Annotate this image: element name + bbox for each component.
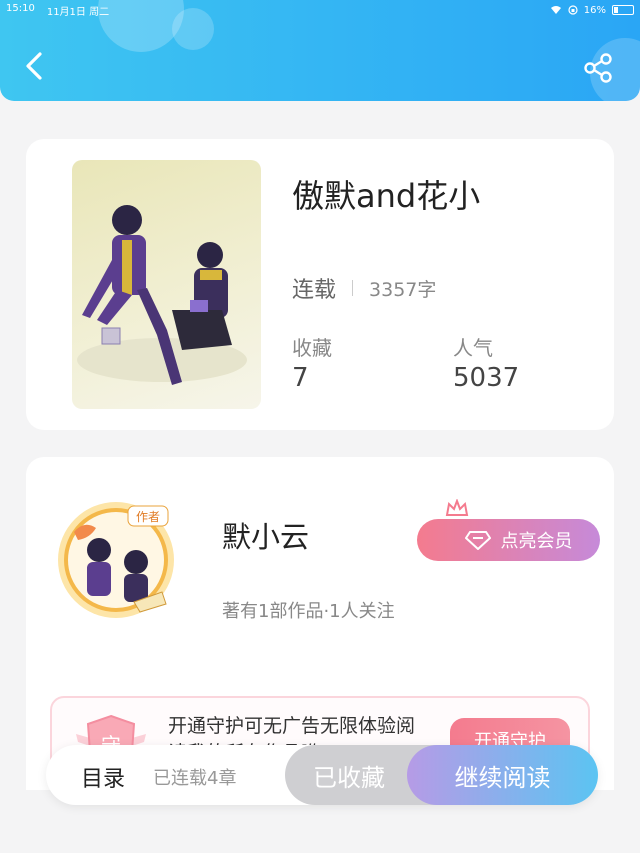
book-status-line: 连载 3357字 xyxy=(292,272,436,304)
avatar-illustration: 作者 xyxy=(58,502,174,618)
book-title: 傲默and花小 xyxy=(292,177,481,215)
lock-rotation-icon xyxy=(568,5,578,15)
divider xyxy=(352,280,354,296)
book-cover[interactable] xyxy=(72,160,261,409)
status-date: 11月1日 周二 xyxy=(46,6,110,18)
cover-illustration xyxy=(77,205,247,385)
author-badge-text: 作者 xyxy=(136,510,160,524)
share-icon[interactable] xyxy=(582,52,614,84)
favorites-value: 7 xyxy=(292,363,309,393)
continue-reading-button[interactable]: 继续阅读 xyxy=(407,745,598,805)
status-time: 15:10 xyxy=(6,2,35,14)
serial-status: 连载 xyxy=(292,278,337,303)
book-info-card: 傲默and花小 连载 3357字 收藏 7 人气 5037 xyxy=(26,139,614,430)
toc-button[interactable]: 目录 xyxy=(81,761,125,793)
author-avatar[interactable]: 作者 xyxy=(54,492,178,622)
popularity-value: 5037 xyxy=(453,363,520,393)
battery-percent: 16% xyxy=(583,4,606,16)
author-meta: 著有1部作品·1人关注 xyxy=(222,601,395,622)
chapter-count: 已连载4章 xyxy=(153,768,237,789)
word-count: 3357字 xyxy=(369,278,437,301)
crown-icon xyxy=(445,499,469,516)
popularity-label: 人气 xyxy=(453,336,493,360)
top-header: 15:10 11月1日 周二 16% xyxy=(0,0,640,101)
bottom-action-bar: 目录 已连载4章 已收藏 继续阅读 xyxy=(46,745,598,805)
favorites-label: 收藏 xyxy=(292,336,332,360)
status-bar: 15:10 11月1日 周二 16% xyxy=(6,2,634,18)
vip-button[interactable]: 点亮会员 xyxy=(417,519,600,561)
battery-icon xyxy=(612,5,634,15)
author-name: 默小云 xyxy=(222,520,310,554)
wifi-icon xyxy=(550,6,561,14)
vip-button-label: 点亮会员 xyxy=(500,531,573,552)
chevron-left-icon[interactable] xyxy=(22,50,48,82)
diamond-icon xyxy=(464,531,491,550)
